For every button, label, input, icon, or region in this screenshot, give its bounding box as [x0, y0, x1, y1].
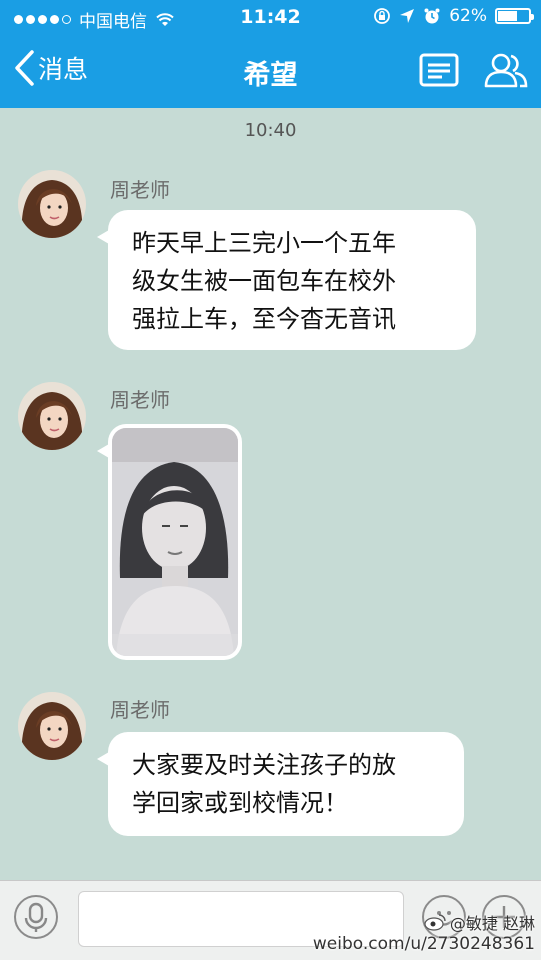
message-line: 强拉上车，至今杳无音讯 [132, 305, 396, 333]
message-input-bar: @敏捷 赵琳 weibo.com/u/2730248361 [0, 880, 541, 960]
avatar-image [18, 692, 86, 760]
battery-percent: 62% [449, 6, 487, 26]
photo-thumbnail[interactable] [112, 428, 238, 656]
message-line: 昨天早上三完小一个五年 [132, 229, 396, 257]
profile-card-button[interactable] [418, 50, 460, 94]
image-message[interactable] [97, 424, 242, 660]
voice-icon [24, 902, 48, 932]
chat-header: 消息 希望 [0, 36, 541, 144]
group-members-button[interactable] [482, 50, 530, 96]
sender-name: 周老师 [110, 388, 170, 412]
sender-name: 周老师 [110, 698, 170, 722]
group-members-icon [484, 53, 528, 88]
location-icon [400, 9, 415, 23]
battery-icon [495, 8, 534, 24]
sender-name: 周老师 [110, 178, 170, 202]
message-timestamp: 10:40 [244, 120, 297, 141]
message-line: 大家要及时关注孩子的放 [132, 751, 396, 779]
watermark-url: weibo.com/u/2730248361 [312, 934, 535, 954]
sender-avatar[interactable] [18, 170, 86, 238]
sender-avatar[interactable] [18, 692, 86, 760]
avatar-image [18, 170, 86, 238]
message-list[interactable]: 10:40 周老师 昨天早上三完小一个五年 级女生被一面包车在校外 强拉上车，至… [0, 108, 541, 880]
message-line: 学回家或到校情况！ [132, 789, 348, 817]
message-bubble[interactable]: 大家要及时关注孩子的放 学回家或到校情况！ [97, 732, 464, 836]
voice-button[interactable] [14, 895, 58, 939]
message-bubble[interactable]: 昨天早上三完小一个五年 级女生被一面包车在校外 强拉上车，至今杳无音讯 [97, 210, 476, 350]
girl-portrait-image [112, 428, 238, 656]
sender-avatar[interactable] [18, 382, 86, 450]
rotation-lock-icon [374, 8, 391, 24]
profile-card-icon [419, 53, 459, 87]
status-bar: 中国电信 11:42 62% [0, 0, 541, 36]
weibo-logo-icon [424, 914, 446, 931]
message-line: 级女生被一面包车在校外 [132, 267, 396, 295]
avatar-image [18, 382, 86, 450]
alarm-icon [424, 8, 440, 24]
watermark-author: @敏捷 赵琳 [424, 910, 535, 934]
